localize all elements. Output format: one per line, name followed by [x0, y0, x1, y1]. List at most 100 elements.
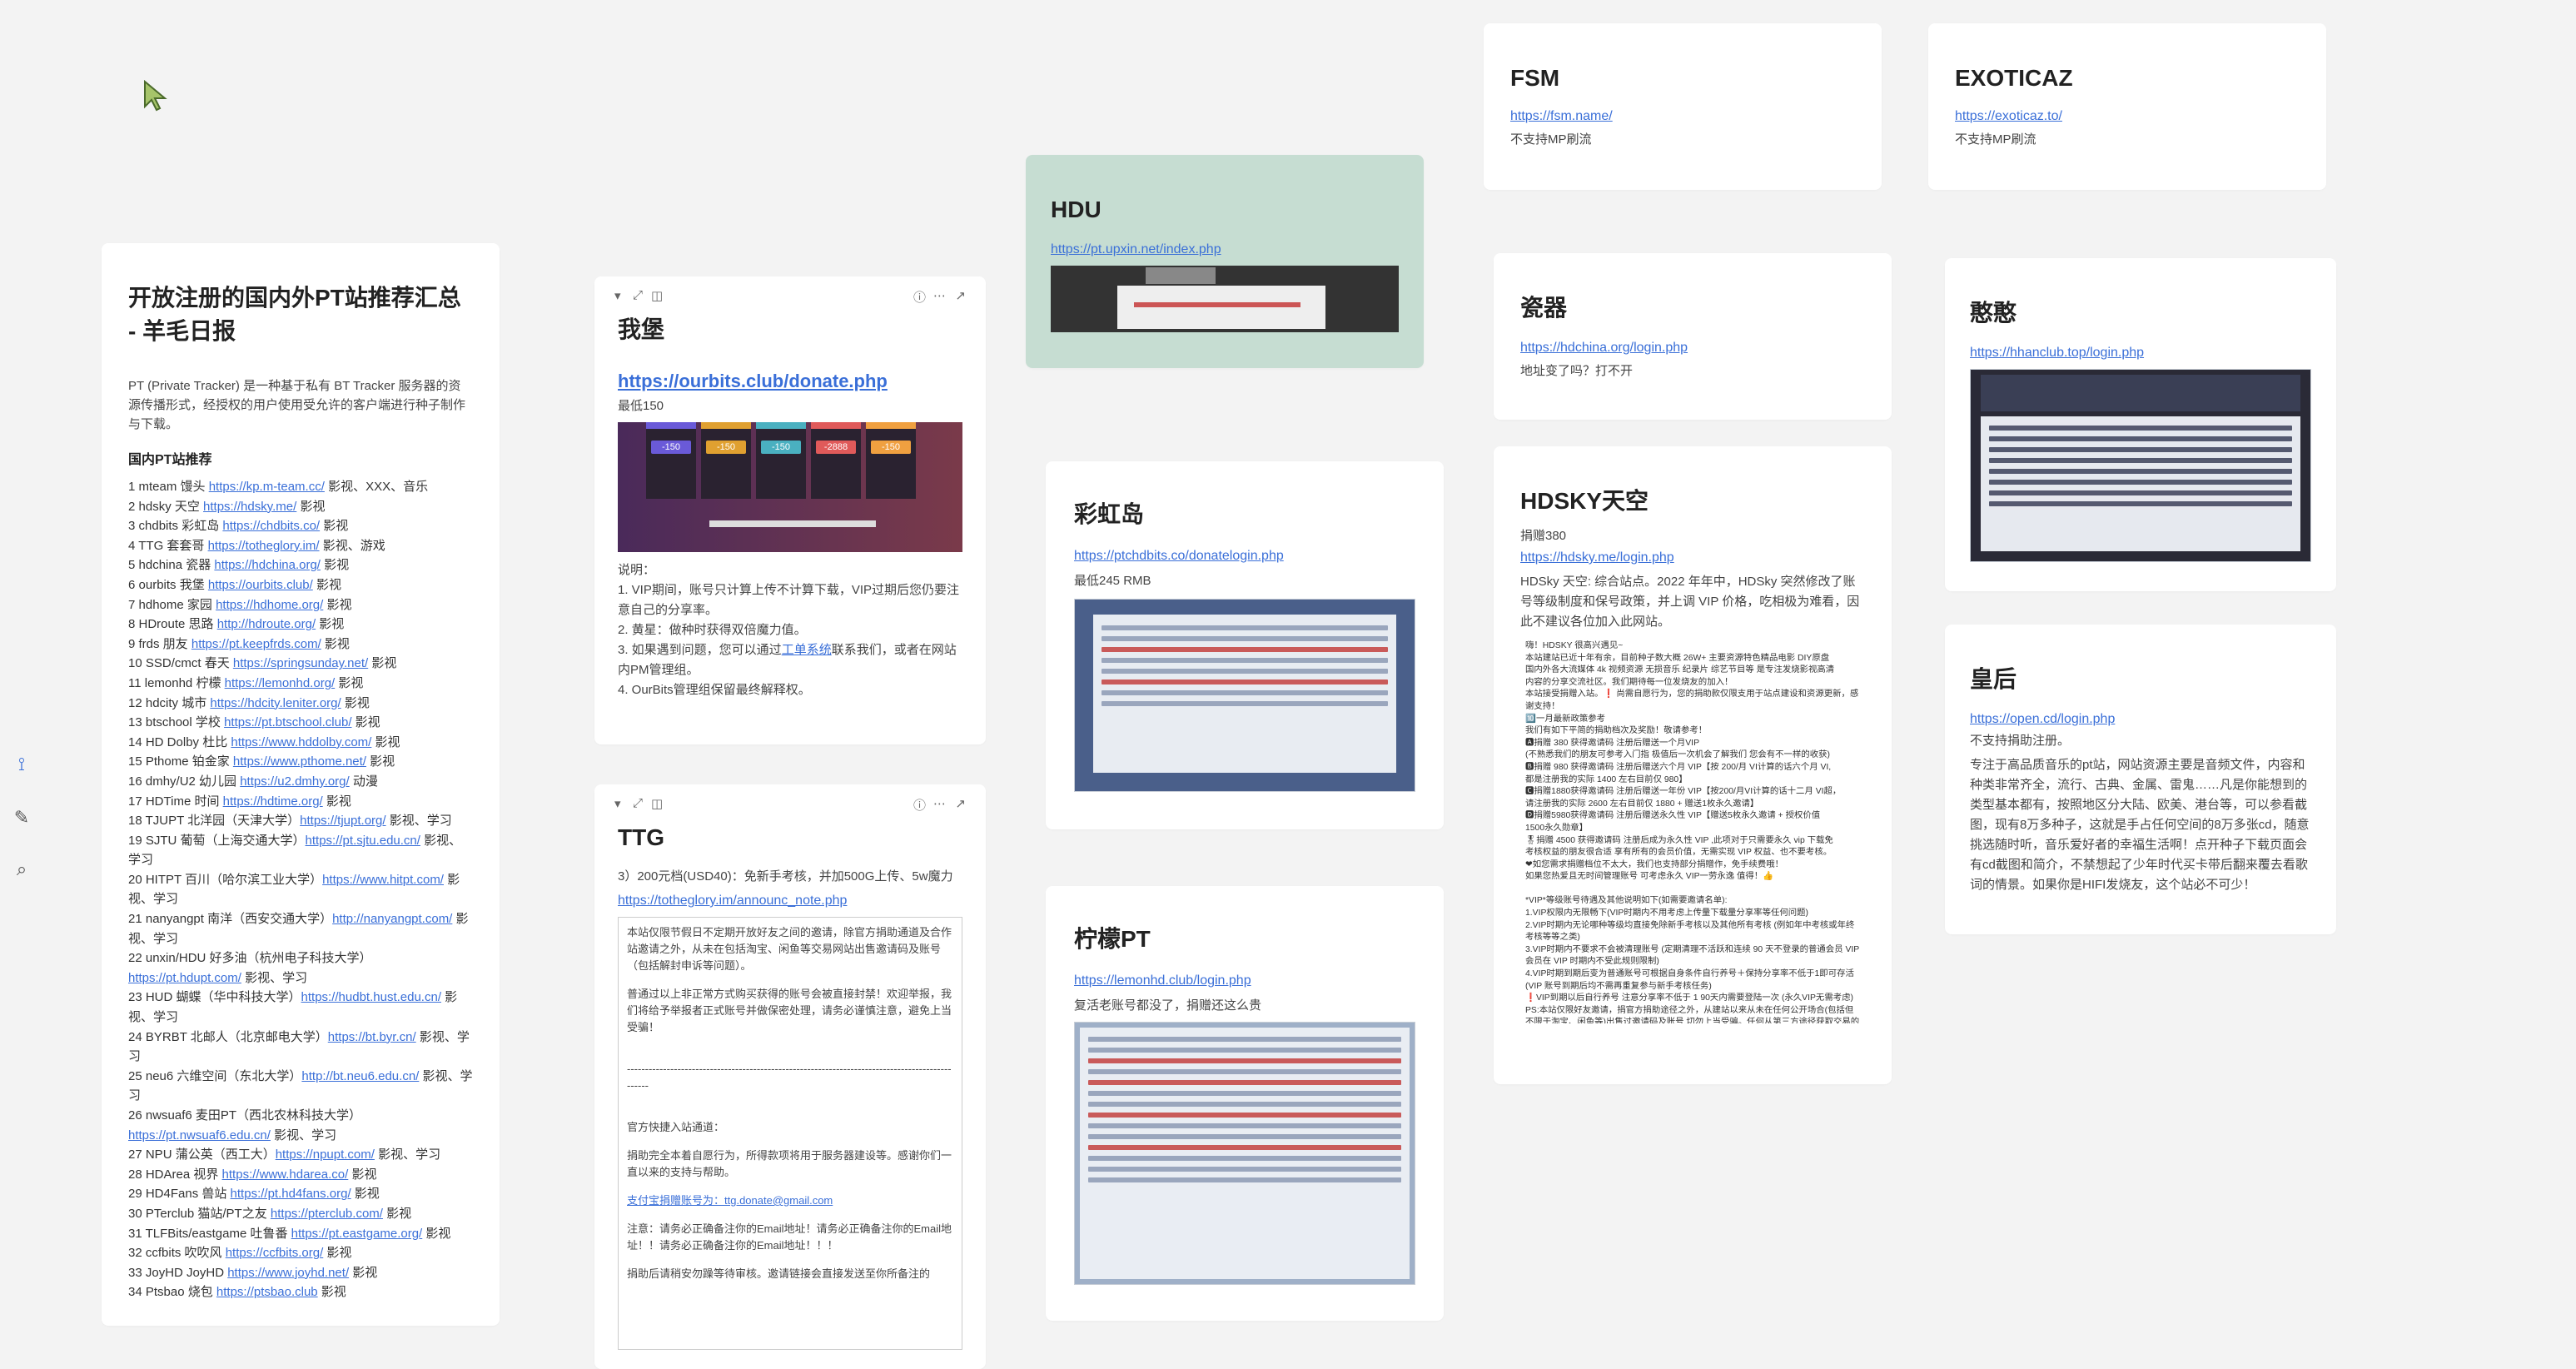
list-item: 16 dmhy/U2 幼儿园 https://u2.dmhy.org/ 动漫 — [128, 774, 378, 789]
site-link[interactable]: https://www.joyhd.net/ — [227, 1266, 349, 1280]
list-item: 31 TLFBits/eastgame 吐鲁番 https://pt.eastg… — [128, 1226, 451, 1241]
hdsky-card[interactable]: HDSKY天空 捐赠380 https://hdsky.me/login.php… — [1494, 446, 1892, 1084]
pointer-arrow-icon — [144, 79, 167, 112]
site-link[interactable]: https://ptsbao.club — [216, 1285, 318, 1299]
open-icon[interactable]: ↗ — [955, 796, 966, 811]
site-link[interactable]: https://kp.m-team.cc/ — [209, 480, 325, 494]
panel-icon[interactable]: ◫ — [651, 796, 663, 811]
lemon-card[interactable]: 柠檬PT https://lemonhd.club/login.php 复活老账… — [1046, 886, 1444, 1321]
hdu-card[interactable]: HDU https://pt.upxin.net/index.php — [1026, 155, 1424, 368]
site-link[interactable]: https://pterclub.com/ — [271, 1207, 383, 1221]
site-link[interactable]: https://www.pthome.net/ — [233, 754, 366, 769]
site-link[interactable]: https://lemonhd.org/ — [225, 676, 336, 690]
tool-pen-button[interactable]: ✎ — [10, 806, 33, 829]
site-link[interactable]: https://hdsky.me/ — [203, 500, 296, 514]
hdsky-description: HDSky 天空: 综合站点。2022 年年中，HDSky 突然修改了账号等级制… — [1520, 575, 1860, 629]
card-title: EXOTICAZ — [1955, 65, 2073, 91]
site-link[interactable]: https://hdcity.leniter.org/ — [210, 696, 341, 710]
site-link[interactable]: http://bt.neu6.edu.cn/ — [301, 1069, 419, 1083]
site-link[interactable]: https://pt.upxin.net/index.php — [1051, 241, 1399, 259]
card-toolbar: ▾ ⤢ ◫ ⓘ ⋯ ↗ — [614, 288, 966, 306]
site-link[interactable]: https://fsm.name/ — [1510, 107, 1855, 126]
mini-line: 🅳捐赠5980获得邀请码 注册后赠送永久性 VIP【赠送5枚永久邀请 + 授权价… — [1525, 811, 1821, 821]
expand-icon[interactable]: ⤢ — [633, 288, 643, 302]
ourbits-card[interactable]: ▾ ⤢ ◫ ⓘ ⋯ ↗ 我堡 https://ourbits.club/dona… — [594, 276, 986, 744]
site-link[interactable]: https://npupt.com/ — [276, 1147, 375, 1162]
donate-link[interactable]: https://ourbits.club/donate.php — [618, 372, 962, 391]
card-subtitle: 不支持捐助注册。 — [1970, 734, 2071, 748]
site-link[interactable]: https://pt.keepfrds.com/ — [191, 637, 321, 651]
site-link[interactable]: https://chdbits.co/ — [222, 519, 320, 533]
site-link[interactable]: https://hdchina.org/login.php — [1520, 339, 1865, 357]
ttg-text-6: 注意：请务必正确备注你的Email地址！请务必正确备注你的Email地址！！请务… — [627, 1222, 952, 1252]
pt-list-card[interactable]: 开放注册的国内外PT站推荐汇总 - 羊毛日报 PT (Private Track… — [102, 243, 500, 1326]
site-link[interactable]: https://ourbits.club/ — [208, 578, 313, 592]
pt-site-list: 1 mteam 馒头 https://kp.m-team.cc/ 影视、XXX、… — [128, 477, 473, 1302]
mouse-cursor — [143, 79, 173, 113]
opencd-card[interactable]: 皇后 https://open.cd/login.php 不支持捐助注册。 专注… — [1945, 625, 2336, 934]
note-line: 2. 黄星：做种时获得双倍魔力值。 — [618, 623, 807, 637]
site-link[interactable]: https://hdsky.me/login.php — [1520, 549, 1865, 567]
list-item: 18 TJUPT 北洋园（天津大学）https://tjupt.org/ 影视、… — [128, 814, 452, 829]
site-link[interactable]: https://pt.hdupt.com/ — [128, 971, 241, 985]
site-link[interactable]: https://pt.btschool.club/ — [224, 715, 351, 729]
site-link[interactable]: https://u2.dmhy.org/ — [240, 774, 349, 789]
ttg-screenshot: 本站仅限节假日不定期开放好友之间的邀请，除官方捐助通道及合作站邀请之外，从未在包… — [618, 917, 962, 1350]
site-link[interactable]: https://www.hitpt.com/ — [322, 873, 444, 887]
ttg-alipay[interactable]: 支付宝捐赠账号为：ttg.donate@gmail.com — [627, 1192, 953, 1209]
site-link[interactable]: https://lemonhd.club/login.php — [1074, 972, 1415, 990]
site-link[interactable]: https://springsunday.net/ — [233, 656, 368, 670]
announce-link[interactable]: https://totheglory.im/announc_note.php — [618, 892, 962, 910]
card-subtitle: 最低150 — [618, 399, 664, 413]
ticket-link[interactable]: 工单系统 — [782, 643, 832, 657]
collapse-icon[interactable]: ▾ — [614, 288, 621, 303]
more-icon[interactable]: ⋯ — [933, 796, 946, 811]
site-link[interactable]: http://hdroute.org/ — [217, 617, 316, 631]
site-link[interactable]: http://nanyangpt.com/ — [332, 912, 452, 926]
panel-icon[interactable]: ◫ — [651, 288, 663, 303]
exoticaz-card[interactable]: EXOTICAZ https://exoticaz.to/ 不支持MP刷流 — [1928, 23, 2326, 190]
site-link[interactable]: https://hudbt.hust.edu.cn/ — [301, 990, 441, 1004]
list-item: 3 chdbits 彩虹岛 https://chdbits.co/ 影视 — [128, 519, 349, 534]
list-item: 7 hdhome 家园 https://hdhome.org/ 影视 — [128, 597, 352, 612]
site-link[interactable]: https://hdhome.org/ — [216, 598, 323, 612]
chdbits-card[interactable]: 彩虹岛 https://ptchdbits.co/donatelogin.php… — [1046, 461, 1444, 829]
more-icon[interactable]: ⋯ — [933, 288, 946, 303]
info-icon[interactable]: ⓘ — [913, 796, 926, 814]
mini-line: 🎖捐赠 4500 获得邀请码 注册后成为永久性 VIP ,此项对于只需要永久 v… — [1525, 835, 1833, 845]
list-item: 4 TTG 套套哥 https://totheglory.im/ 影视、游戏 — [128, 538, 385, 553]
collapse-icon[interactable]: ▾ — [614, 796, 621, 811]
hhanclub-card[interactable]: 憨憨 https://hhanclub.top/login.php — [1945, 258, 2336, 591]
price-tier: -150 — [756, 422, 806, 499]
card-title: TTG — [618, 824, 664, 850]
site-link[interactable]: https://www.hddolby.com/ — [231, 735, 371, 749]
open-icon[interactable]: ↗ — [955, 288, 966, 303]
hdchina-card[interactable]: 瓷器 https://hdchina.org/login.php 地址变了吗？打… — [1494, 253, 1892, 420]
site-link[interactable]: https://tjupt.org/ — [300, 814, 385, 828]
site-link[interactable]: https://hdtime.org/ — [223, 794, 323, 809]
tool-search-button[interactable]: ⌕ — [10, 858, 33, 881]
intro-text: PT (Private Tracker) 是一种基于私有 BT Tracker … — [128, 379, 466, 431]
expand-icon[interactable]: ⤢ — [633, 796, 643, 810]
site-link[interactable]: https://exoticaz.to/ — [1955, 107, 2300, 126]
donate-link[interactable]: https://ptchdbits.co/donatelogin.php — [1074, 547, 1415, 565]
fsm-card[interactable]: FSM https://fsm.name/ 不支持MP刷流 — [1484, 23, 1882, 190]
site-link[interactable]: https://www.hdarea.co/ — [222, 1167, 349, 1182]
site-link[interactable]: https://ccfbits.org/ — [226, 1246, 324, 1260]
site-link[interactable]: https://bt.byr.cn/ — [328, 1030, 416, 1044]
site-link[interactable]: https://hhanclub.top/login.php — [1970, 344, 2311, 362]
info-icon[interactable]: ⓘ — [913, 288, 926, 306]
tool-select-button[interactable]: ⟟ — [10, 753, 33, 776]
site-link[interactable]: https://pt.nwsuaf6.edu.cn/ — [128, 1128, 271, 1142]
list-item: 21 nanyangpt 南洋（西安交通大学）http://nanyangpt.… — [128, 912, 469, 946]
ttg-card[interactable]: ▾ ⤢ ◫ ⓘ ⋯ ↗ TTG 3）200元档(USD40)：免新手考核，并加5… — [594, 784, 986, 1369]
site-link[interactable]: https://pt.eastgame.org/ — [291, 1227, 423, 1241]
list-item: 29 HD4Fans 兽站 https://pt.hd4fans.org/ 影视 — [128, 1187, 380, 1202]
site-link[interactable]: https://hdchina.org/ — [214, 558, 321, 572]
card-title: 瓷器 — [1520, 295, 1568, 321]
site-link[interactable]: https://pt.sjtu.edu.cn/ — [306, 834, 420, 848]
site-link[interactable]: https://pt.hd4fans.org/ — [231, 1187, 351, 1201]
price-label: -150 — [706, 441, 746, 454]
site-link[interactable]: https://totheglory.im/ — [208, 539, 320, 553]
site-link[interactable]: https://open.cd/login.php — [1970, 710, 2311, 729]
